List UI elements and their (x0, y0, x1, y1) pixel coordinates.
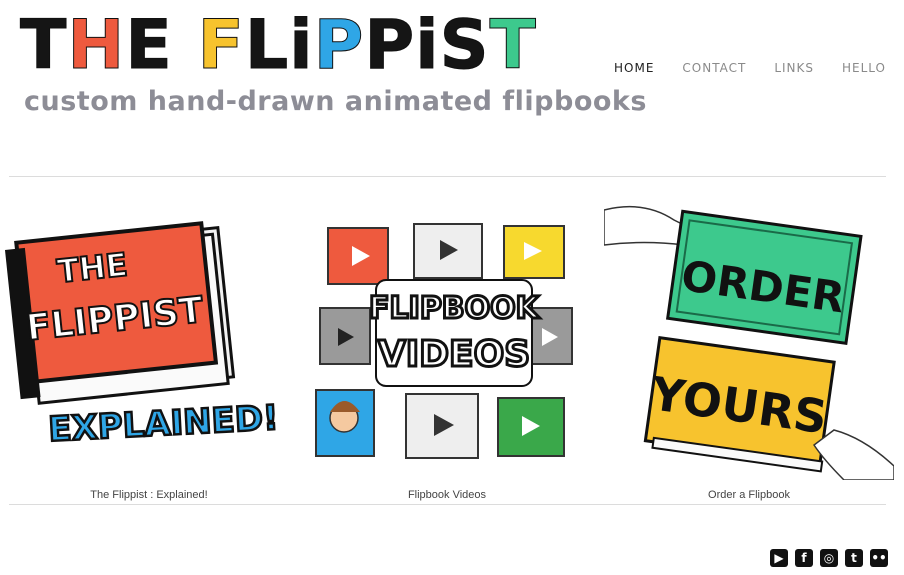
mini-flipbook (327, 227, 389, 285)
tile-flippist-explained[interactable]: THE FLIPPIST EXPLAINED! The Flippist : E… (4, 190, 294, 501)
main-nav: HOME CONTACT LINKS HELLO (614, 61, 886, 75)
art-text-videos: VIDEOS (378, 334, 530, 375)
bottom-divider (9, 504, 886, 505)
nav-contact[interactable]: CONTACT (682, 61, 746, 75)
logo-letter: F (197, 6, 245, 85)
flipbook-videos-illustration: FLIPBOOK VIDEOS (315, 223, 573, 459)
tile-caption[interactable]: Order a Flipbook (604, 489, 894, 501)
tile-flipbook-videos[interactable]: FLIPBOOK VIDEOS Flipbook Videos (302, 190, 592, 501)
logo-title: THE FLiPPiST (19, 6, 647, 85)
logo-letter: i (289, 6, 314, 85)
logo-letter (173, 10, 198, 82)
youtube-icon[interactable]: ▶ (770, 549, 788, 567)
instagram-icon[interactable]: ◎ (820, 549, 838, 567)
mini-flipbook (413, 223, 483, 279)
social-links: ▶ f ◎ t •• (770, 549, 888, 567)
logo-letter: S (439, 6, 490, 85)
nav-hello[interactable]: HELLO (842, 61, 886, 75)
nav-links[interactable]: LINKS (774, 61, 814, 75)
feature-tiles: THE FLIPPIST EXPLAINED! The Flippist : E… (0, 190, 904, 501)
logo-tagline: custom hand-drawn animated flipbooks (24, 86, 647, 117)
facebook-icon[interactable]: f (795, 549, 813, 567)
logo-letter: P (313, 6, 365, 85)
logo-letter: i (415, 6, 440, 85)
logo-letter: T (489, 6, 537, 85)
tile-caption[interactable]: Flipbook Videos (302, 489, 592, 501)
top-divider (9, 176, 886, 177)
nav-home[interactable]: HOME (614, 61, 654, 75)
order-flipbook-illustration: ORDER YOURS (603, 205, 895, 481)
tumblr-icon[interactable]: t (845, 549, 863, 567)
tile-caption[interactable]: The Flippist : Explained! (4, 489, 294, 501)
mini-flipbook (405, 393, 479, 459)
site-header: THE FLiPPiST custom hand-drawn animated … (0, 0, 904, 176)
logo-letter: E (125, 6, 173, 85)
tile-order-flipbook[interactable]: ORDER YOURS Order a Flipbook (603, 190, 895, 501)
mini-flipbook (315, 389, 375, 457)
logo-letter: P (364, 6, 416, 85)
art-text-flipbook: FLIPBOOK (369, 291, 541, 326)
logo-letter: H (67, 6, 126, 85)
mini-flipbook (319, 307, 371, 365)
mini-flipbook (503, 225, 565, 279)
mini-flipbook (497, 397, 565, 457)
site-logo[interactable]: THE FLiPPiST custom hand-drawn animated … (19, 6, 647, 117)
logo-letter: T (19, 6, 68, 85)
logo-letter: L (244, 6, 290, 85)
flippist-explained-illustration: THE FLIPPIST EXPLAINED! (4, 221, 281, 451)
art-text-explained: EXPLAINED! (47, 398, 279, 450)
flickr-icon[interactable]: •• (870, 549, 888, 567)
art-text-the: THE (55, 245, 129, 290)
